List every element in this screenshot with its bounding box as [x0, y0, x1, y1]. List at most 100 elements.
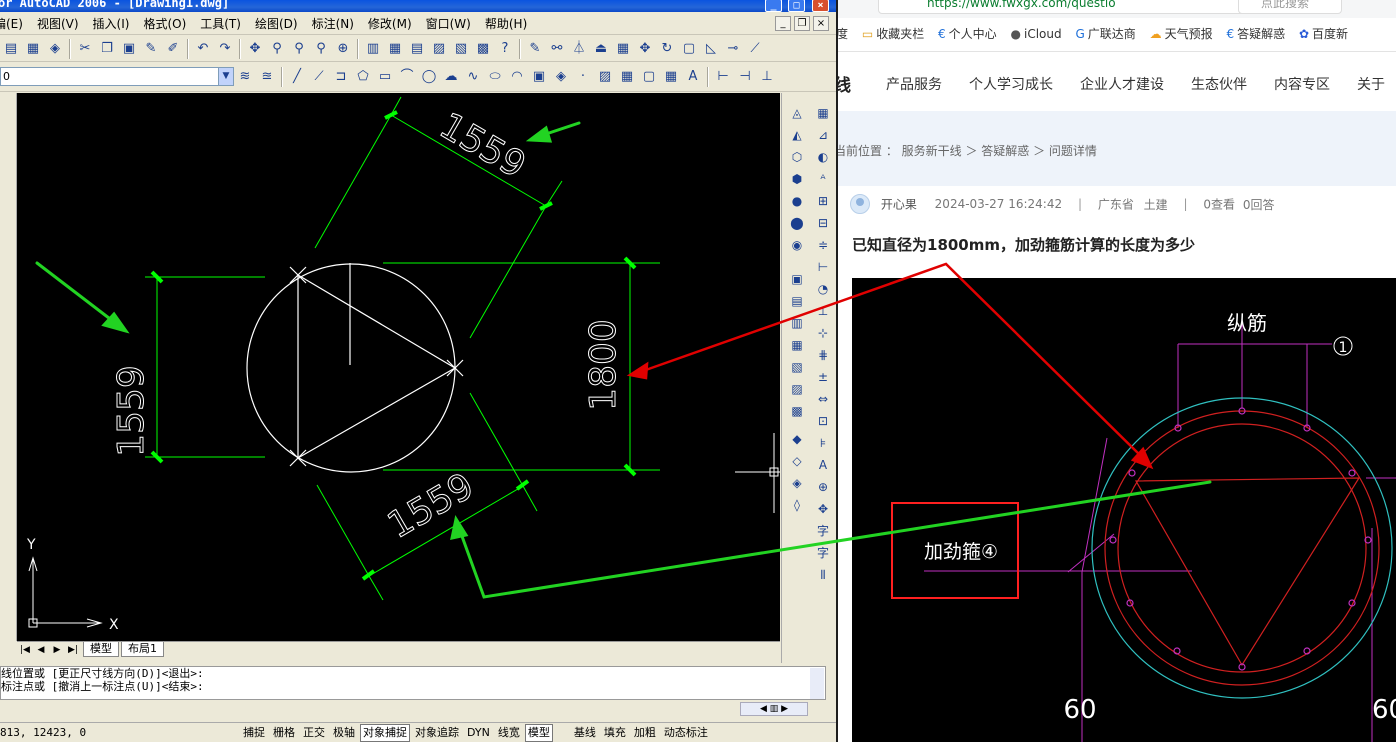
- dim-edit-icon[interactable]: ⋕: [813, 345, 833, 365]
- field-icon[interactable]: ▦: [813, 103, 833, 123]
- bookmark-favorites[interactable]: ▭ 收藏夹栏: [862, 18, 924, 51]
- avatar[interactable]: [850, 194, 870, 214]
- zoom-window-icon[interactable]: ⚲: [289, 39, 309, 59]
- view-top-icon[interactable]: ▤: [787, 291, 807, 311]
- tab-layout1[interactable]: 布局1: [121, 642, 164, 657]
- text-icon[interactable]: A: [813, 455, 833, 475]
- markup-icon[interactable]: ▧: [451, 39, 471, 59]
- 3d-solid-icon[interactable]: ⬢: [787, 169, 807, 189]
- dim-style-icon[interactable]: ᴬ: [813, 169, 833, 189]
- dim-linear-icon[interactable]: ⊢: [713, 67, 733, 87]
- move-icon[interactable]: ✥: [635, 39, 655, 59]
- horizontal-scrollbar[interactable]: ◀ ▥ ▶: [740, 702, 808, 716]
- dim-text-right[interactable]: 1800: [583, 319, 625, 412]
- status-toggle[interactable]: 动态标注: [661, 724, 711, 742]
- nav-enterprise[interactable]: 企业人才建设: [1080, 74, 1164, 94]
- publish-icon[interactable]: ◈: [45, 39, 65, 59]
- view-left-icon[interactable]: ▦: [787, 335, 807, 355]
- tolerance-icon[interactable]: ⊥: [813, 301, 833, 321]
- matchprop-icon[interactable]: ✎: [141, 39, 161, 59]
- command-window[interactable]: 线位置或 [更正尺寸线方向(D)]<退出>: 标注点或 [撤消上一标注点(U)]…: [0, 666, 826, 700]
- 3d-box-icon[interactable]: ◬: [787, 103, 807, 123]
- insert-block-icon[interactable]: ▣: [529, 67, 549, 87]
- nav-learning[interactable]: 个人学习成长: [969, 74, 1053, 94]
- array-icon[interactable]: ▦: [613, 39, 633, 59]
- rectangle-icon[interactable]: ▭: [375, 67, 395, 87]
- tab-last-icon[interactable]: ▶|: [65, 643, 81, 657]
- doc-close-button[interactable]: ×: [813, 16, 829, 31]
- menu-window[interactable]: 窗口(W): [419, 13, 478, 35]
- table-icon[interactable]: ▦: [661, 67, 681, 87]
- redo-icon[interactable]: ↷: [215, 39, 235, 59]
- bookmark-personal[interactable]: € 个人中心: [938, 18, 997, 51]
- command-scrollbar[interactable]: [810, 668, 824, 699]
- layer-previous-icon[interactable]: ≊: [257, 67, 277, 87]
- status-toggle[interactable]: 对象追踪: [412, 724, 462, 742]
- status-toggle[interactable]: 对象捕捉: [360, 724, 410, 742]
- gradient-icon[interactable]: ▦: [617, 67, 637, 87]
- bookmark-glodon[interactable]: G 广联达商: [1075, 18, 1135, 51]
- dim-baseline-icon[interactable]: ⊟: [813, 213, 833, 233]
- zoom-realtime-icon[interactable]: ⚲: [267, 39, 287, 59]
- close-button[interactable]: ×: [812, 0, 829, 12]
- menu-edit[interactable]: 编(E): [0, 13, 30, 35]
- dim-aligned-icon[interactable]: ⊣: [735, 67, 755, 87]
- circle-icon[interactable]: ◯: [419, 67, 439, 87]
- status-toggle[interactable]: 加粗: [631, 724, 659, 742]
- properties-icon[interactable]: ▥: [363, 39, 383, 59]
- status-toggle[interactable]: DYN: [464, 724, 493, 742]
- render-icon[interactable]: ◉: [787, 235, 807, 255]
- shade4-icon[interactable]: ◊: [787, 495, 807, 515]
- region-icon[interactable]: ▢: [639, 67, 659, 87]
- dim-jog-icon[interactable]: ⊧: [813, 433, 833, 453]
- nav-partners[interactable]: 生态伙伴: [1191, 74, 1247, 94]
- line-icon[interactable]: ╱: [287, 67, 307, 87]
- menu-view[interactable]: 视图(V): [30, 13, 86, 35]
- sphere-icon[interactable]: ●: [787, 191, 807, 211]
- arc-icon[interactable]: ⌒: [397, 67, 417, 87]
- menu-format[interactable]: 格式(O): [136, 13, 193, 35]
- dim-update-icon[interactable]: ±: [813, 367, 833, 387]
- dim-ordinate-icon[interactable]: ⊞: [813, 191, 833, 211]
- construction-line-icon[interactable]: ⟋: [309, 67, 329, 87]
- polygon-icon[interactable]: ⬠: [353, 67, 373, 87]
- move2-icon[interactable]: ✥: [813, 499, 833, 519]
- breadcrumb-text[interactable]: 当前位置 ： 服务新干线 ＞ 答疑解惑 ＞ 问题详情: [838, 142, 1097, 159]
- address-bar[interactable]: https://www.fwxgx.com/questio: [878, 0, 1248, 14]
- shade2-icon[interactable]: ◇: [787, 451, 807, 471]
- scale-icon[interactable]: ▢: [679, 39, 699, 59]
- offset-icon[interactable]: ⏏: [591, 39, 611, 59]
- tool-palettes-icon[interactable]: ▤: [407, 39, 427, 59]
- paste-icon[interactable]: ▣: [119, 39, 139, 59]
- dim-break-icon[interactable]: ⊡: [813, 411, 833, 431]
- extend-icon[interactable]: ⟋: [745, 39, 765, 59]
- dim-linear2-icon[interactable]: ⊢: [813, 257, 833, 277]
- drawing-canvas[interactable]: 1559 1559 1800 1559 Y X: [17, 93, 780, 641]
- polyline-icon[interactable]: ⊐: [331, 67, 351, 87]
- dim-text-left[interactable]: 1559: [111, 365, 153, 458]
- copy-icon[interactable]: ❐: [97, 39, 117, 59]
- circle-geometry[interactable]: [246, 263, 456, 473]
- shade3-icon[interactable]: ◈: [787, 473, 807, 493]
- maximize-button[interactable]: □: [788, 0, 805, 12]
- open-icon[interactable]: ▤: [1, 39, 21, 59]
- bookmark-baidu[interactable]: ✿ 百度新: [1299, 18, 1348, 51]
- char-icon[interactable]: 字: [813, 521, 833, 541]
- dim-arc-icon[interactable]: ⊥: [757, 67, 777, 87]
- question-image[interactable]: 纵筋 1 加劲箍④ 60 60: [852, 278, 1396, 742]
- make-block-icon[interactable]: ◈: [551, 67, 571, 87]
- tab-model[interactable]: 模型: [83, 642, 119, 657]
- bookmark-icloud[interactable]: ● iCloud: [1011, 18, 1062, 51]
- status-toggle[interactable]: 栅格: [270, 724, 298, 742]
- modify-copy-icon[interactable]: ⚯: [547, 39, 567, 59]
- status-toggle[interactable]: 基线: [571, 724, 599, 742]
- status-toggle[interactable]: 模型: [524, 724, 553, 742]
- doc-minimize-button[interactable]: _: [775, 16, 791, 31]
- ellipse-arc-icon[interactable]: ◠: [507, 67, 527, 87]
- view-right-icon[interactable]: ▧: [787, 357, 807, 377]
- shade-icon[interactable]: ◆: [787, 429, 807, 449]
- spline-icon[interactable]: ∿: [463, 67, 483, 87]
- dim-space-icon[interactable]: ⇔: [813, 389, 833, 409]
- status-toggle[interactable]: 极轴: [330, 724, 358, 742]
- help-icon[interactable]: ?: [495, 39, 515, 59]
